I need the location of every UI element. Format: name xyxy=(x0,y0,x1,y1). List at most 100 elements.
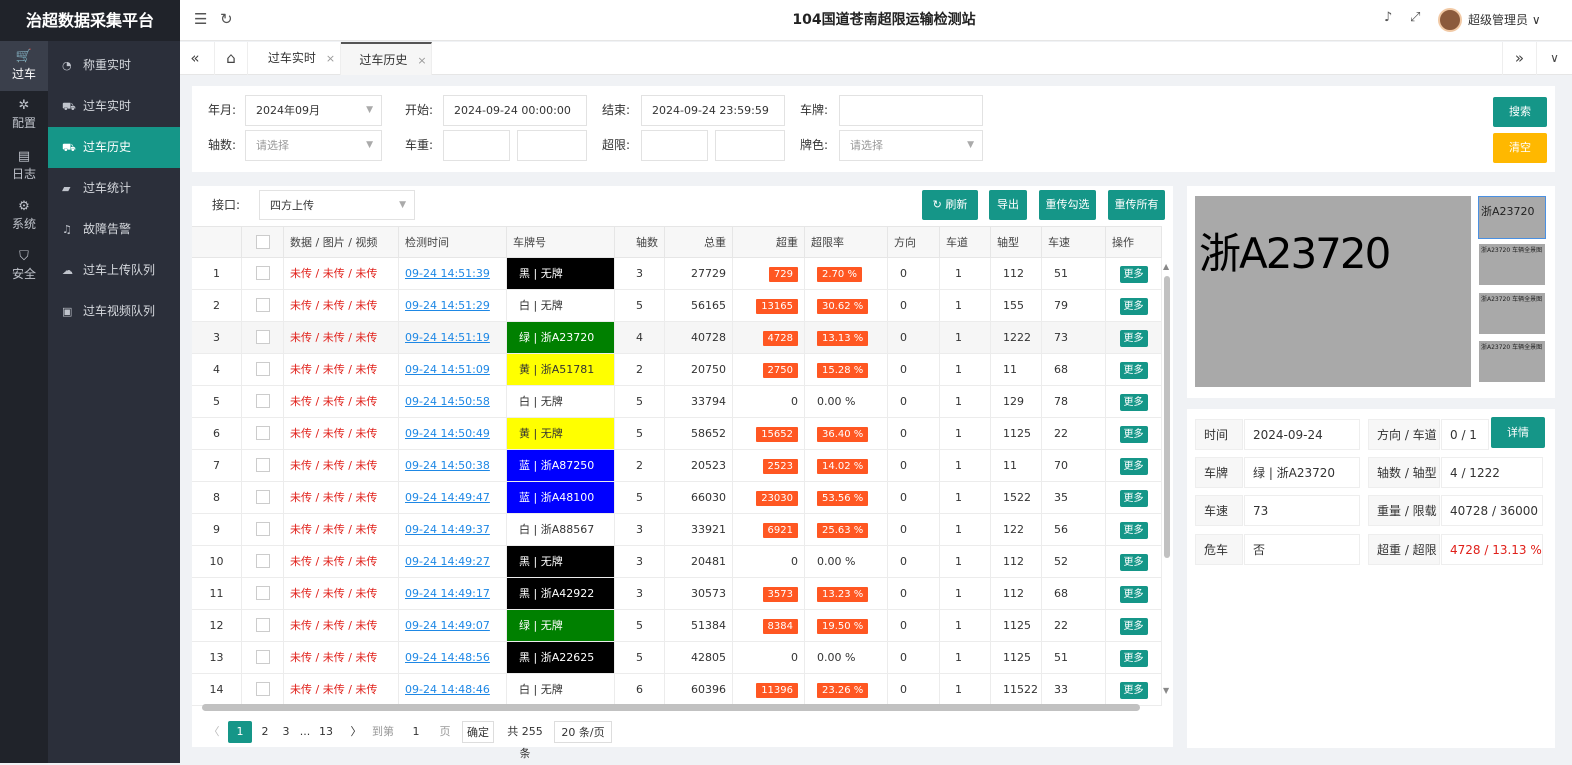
row-checkbox[interactable] xyxy=(255,554,270,568)
submenu-item-3[interactable]: ▰ 过车统计 xyxy=(48,168,180,209)
submenu-item-2[interactable]: ⛟ 过车历史 xyxy=(48,127,180,168)
bell-icon[interactable]: ♪ xyxy=(1384,10,1392,25)
start-time-input[interactable]: 2024-09-24 00:00:00 xyxy=(443,95,587,126)
rail-item-0[interactable]: 🛒 过车 xyxy=(0,41,48,91)
table-row[interactable]: 6 未传 / 未传 / 未传 09-24 14:50:49 黄 | 无牌 5 58652 1… xyxy=(192,418,1162,450)
row-checkbox[interactable] xyxy=(255,522,270,536)
export-button[interactable]: 导出 xyxy=(989,190,1027,220)
detect-time-link[interactable]: 09-24 14:49:07 xyxy=(405,619,490,632)
thumbnail-plate[interactable]: 浙A23720 xyxy=(1478,196,1546,239)
more-button[interactable]: 更多 xyxy=(1119,522,1148,539)
over-min-input[interactable] xyxy=(641,130,708,161)
column-header[interactable]: 车道 xyxy=(940,227,991,258)
row-checkbox[interactable] xyxy=(255,618,270,632)
table-row[interactable]: 13 未传 / 未传 / 未传 09-24 14:48:56 黑 | 浙A22625 5… xyxy=(192,642,1162,674)
over-max-input[interactable] xyxy=(715,130,785,161)
user-menu[interactable]: 超级管理员 ∨ xyxy=(1468,0,1541,41)
refresh-button[interactable]: ↻ 刷新 xyxy=(922,190,978,220)
detect-time-link[interactable]: 09-24 14:51:29 xyxy=(405,299,490,312)
scroll-down-icon[interactable]: ▼ xyxy=(1163,686,1169,695)
detail-button[interactable]: 详情 xyxy=(1491,417,1545,448)
detect-time-link[interactable]: 09-24 14:49:47 xyxy=(405,491,490,504)
tab-realtime[interactable]: 过车实时 × xyxy=(249,42,341,75)
detect-time-link[interactable]: 09-24 14:48:46 xyxy=(405,683,490,696)
menu-fold-icon[interactable]: ☰ xyxy=(194,10,207,28)
detect-time-link[interactable]: 09-24 14:49:37 xyxy=(405,523,490,536)
row-checkbox[interactable] xyxy=(255,362,270,376)
close-icon[interactable]: × xyxy=(326,52,335,65)
detect-time-link[interactable]: 09-24 14:48:56 xyxy=(405,651,490,664)
clear-button[interactable]: 清空 xyxy=(1493,133,1547,163)
page-button[interactable]: 2 xyxy=(254,721,276,743)
tab-history[interactable]: 过车历史 × xyxy=(341,42,432,75)
row-checkbox[interactable] xyxy=(255,490,270,504)
refresh-icon[interactable]: ↻ xyxy=(220,10,233,28)
more-button[interactable]: 更多 xyxy=(1119,554,1148,571)
column-header[interactable]: 超限率 xyxy=(805,227,888,258)
prev-page-icon[interactable]: 〈 xyxy=(206,721,222,743)
column-header[interactable]: 轴数 xyxy=(615,227,665,258)
detect-time-link[interactable]: 09-24 14:51:09 xyxy=(405,363,490,376)
tabs-scroll-right-icon[interactable]: » xyxy=(1502,42,1536,75)
more-button[interactable]: 更多 xyxy=(1119,618,1148,635)
submenu-item-5[interactable]: ☁ 过车上传队列 xyxy=(48,250,180,291)
more-button[interactable]: 更多 xyxy=(1119,682,1148,699)
more-button[interactable]: 更多 xyxy=(1119,330,1148,347)
column-header[interactable]: 轴型 xyxy=(991,227,1042,258)
column-header[interactable]: 超重 xyxy=(733,227,805,258)
month-select[interactable]: 2024年09月 ▼ xyxy=(245,95,382,126)
row-checkbox[interactable] xyxy=(255,458,270,472)
table-row[interactable]: 1 未传 / 未传 / 未传 09-24 14:51:39 黑 | 无牌 3 27729 7… xyxy=(192,258,1162,290)
more-button[interactable]: 更多 xyxy=(1119,362,1148,379)
page-button[interactable]: 1 xyxy=(228,721,252,743)
detect-time-link[interactable]: 09-24 14:50:58 xyxy=(405,395,490,408)
more-button[interactable]: 更多 xyxy=(1119,266,1148,283)
select-all-checkbox[interactable] xyxy=(255,235,270,249)
tabs-menu-icon[interactable]: ∨ xyxy=(1536,42,1572,75)
vertical-scrollbar[interactable] xyxy=(1164,276,1170,558)
rail-item-3[interactable]: ⚙ 系统 xyxy=(0,191,48,241)
vehicle-image[interactable]: 浙A23720 xyxy=(1195,196,1471,387)
more-button[interactable]: 更多 xyxy=(1119,298,1148,315)
detect-time-link[interactable]: 09-24 14:49:17 xyxy=(405,587,490,600)
submenu-item-1[interactable]: ⛟ 过车实时 xyxy=(48,86,180,127)
table-row[interactable]: 12 未传 / 未传 / 未传 09-24 14:49:07 绿 | 无牌 5 51384… xyxy=(192,610,1162,642)
home-icon[interactable]: ⌂ xyxy=(214,42,248,75)
more-button[interactable]: 更多 xyxy=(1119,426,1148,443)
submenu-item-6[interactable]: ▣ 过车视频队列 xyxy=(48,291,180,332)
row-checkbox[interactable] xyxy=(255,394,270,408)
search-button[interactable]: 搜索 xyxy=(1493,97,1547,127)
reupload-all-button[interactable]: 重传所有 xyxy=(1108,190,1165,220)
table-row[interactable]: 7 未传 / 未传 / 未传 09-24 14:50:38 蓝 | 浙A87250 2 2… xyxy=(192,450,1162,482)
axle-select[interactable]: 请选择 ▼ xyxy=(245,130,382,161)
detect-time-link[interactable]: 09-24 14:51:19 xyxy=(405,331,490,344)
column-header[interactable]: 操作 xyxy=(1106,227,1162,258)
row-checkbox[interactable] xyxy=(255,298,270,312)
rail-item-2[interactable]: ▤ 日志 xyxy=(0,141,48,191)
table-row[interactable]: 8 未传 / 未传 / 未传 09-24 14:49:47 蓝 | 浙A48100 5 6… xyxy=(192,482,1162,514)
column-header[interactable]: 总重 xyxy=(665,227,733,258)
goto-confirm-button[interactable]: 确定 xyxy=(462,721,494,743)
page-button[interactable]: 13 xyxy=(314,721,338,743)
row-checkbox[interactable] xyxy=(255,650,270,664)
table-row[interactable]: 4 未传 / 未传 / 未传 09-24 14:51:09 黄 | 浙A51781 2 2… xyxy=(192,354,1162,386)
plate-color-select[interactable]: 请选择 ▼ xyxy=(839,130,983,161)
table-row[interactable]: 2 未传 / 未传 / 未传 09-24 14:51:29 白 | 无牌 5 56165 1… xyxy=(192,290,1162,322)
row-checkbox[interactable] xyxy=(255,586,270,600)
goto-page-input[interactable]: 1 xyxy=(402,721,430,743)
submenu-item-0[interactable]: ◔ 称重实时 xyxy=(48,45,180,86)
row-checkbox[interactable] xyxy=(255,426,270,440)
column-header[interactable]: 检测时间 xyxy=(399,227,507,258)
table-row[interactable]: 11 未传 / 未传 / 未传 09-24 14:49:17 黑 | 浙A42922 3… xyxy=(192,578,1162,610)
thumbnail-panorama[interactable]: 浙A23720 车辆全景图 xyxy=(1478,243,1546,286)
submenu-item-4[interactable]: ♫ 故障告警 xyxy=(48,209,180,250)
table-row[interactable]: 3 未传 / 未传 / 未传 09-24 14:51:19 绿 | 浙A23720 4 4… xyxy=(192,322,1162,354)
scroll-up-icon[interactable]: ▲ xyxy=(1163,262,1169,271)
row-checkbox[interactable] xyxy=(255,266,270,280)
table-row[interactable]: 10 未传 / 未传 / 未传 09-24 14:49:27 黑 | 无牌 3 20481… xyxy=(192,546,1162,578)
page-button[interactable]: 3 xyxy=(278,721,294,743)
end-time-input[interactable]: 2024-09-24 23:59:59 xyxy=(641,95,785,126)
more-button[interactable]: 更多 xyxy=(1119,458,1148,475)
row-checkbox[interactable] xyxy=(255,682,270,696)
column-header[interactable]: 数据 / 图片 / 视频 xyxy=(284,227,399,258)
